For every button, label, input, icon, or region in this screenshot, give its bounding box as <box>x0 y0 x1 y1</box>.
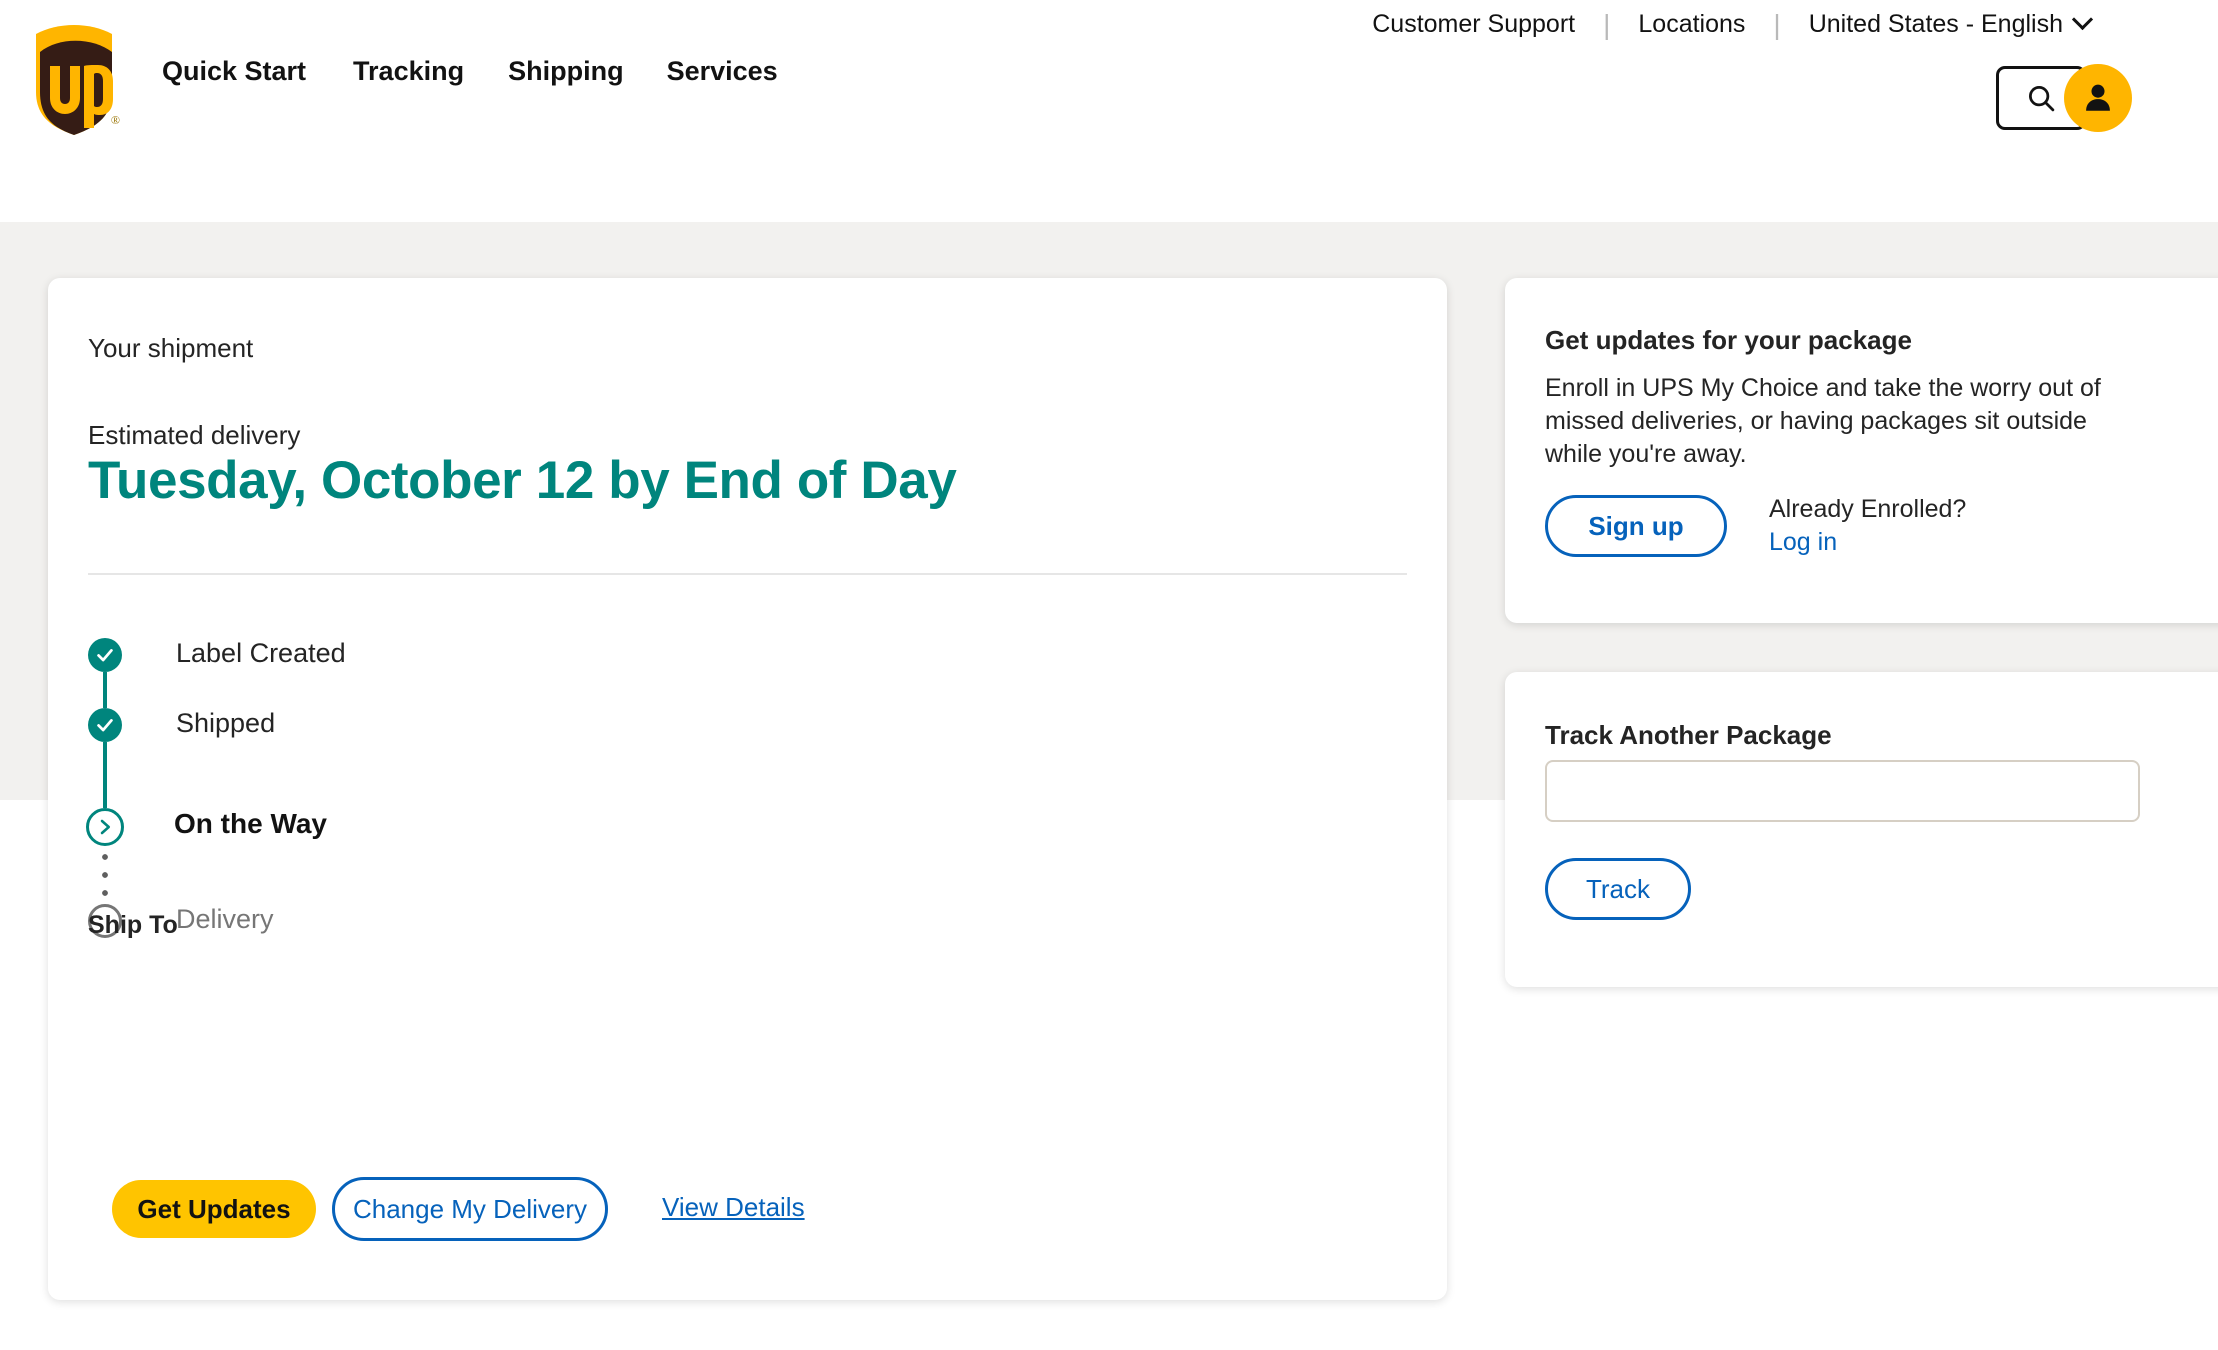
locale-selector-label: United States - English <box>1808 10 2063 38</box>
track-button[interactable]: Track <box>1545 858 1691 920</box>
card-divider <box>88 573 1407 575</box>
main-nav: Quick Start Tracking Shipping Services <box>162 56 778 87</box>
get-updates-card: Get updates for your package Enroll in U… <box>1505 278 2218 623</box>
track-another-package-title: Track Another Package <box>1545 720 1832 750</box>
progress-node-on-the-way <box>86 808 124 846</box>
connector-shipped-to-ontheway <box>103 742 107 808</box>
ups-logo[interactable]: ® <box>32 22 120 136</box>
view-details-link[interactable]: View Details <box>662 1192 805 1223</box>
site-header: ® Customer Support | Locations | United … <box>0 0 2218 222</box>
your-shipment-label: Your shipment <box>88 333 254 363</box>
ups-shield-icon <box>36 25 113 135</box>
get-updates-button[interactable]: Get Updates <box>112 1180 316 1238</box>
utility-separator-2: | <box>1773 8 1781 40</box>
chevron-down-icon <box>2071 8 2094 31</box>
nav-item-quick-start[interactable]: Quick Start <box>162 56 306 87</box>
chevron-right-icon <box>100 819 111 835</box>
progress-node-shipped <box>88 708 122 742</box>
change-my-delivery-button[interactable]: Change My Delivery <box>332 1177 608 1241</box>
account-button[interactable] <box>2064 64 2132 132</box>
connector-ontheway-to-delivery <box>102 848 108 904</box>
ship-to-label: Ship To <box>88 911 178 939</box>
progress-label-shipped: Shipped <box>176 708 276 738</box>
tracking-number-input[interactable] <box>1545 760 2140 822</box>
header-actions <box>1996 64 2156 132</box>
person-icon <box>2086 84 2110 111</box>
get-updates-card-body: Enroll in UPS My Choice and take the wor… <box>1545 374 2101 468</box>
log-in-link[interactable]: Log in <box>1769 526 1966 559</box>
sign-up-button[interactable]: Sign up <box>1545 495 1727 557</box>
nav-item-tracking[interactable]: Tracking <box>353 56 464 87</box>
progress-node-label-created <box>88 638 122 672</box>
nav-item-services[interactable]: Services <box>667 56 778 87</box>
already-enrolled-group: Already Enrolled? Log in <box>1769 493 1966 559</box>
connector-label-to-shipped <box>103 672 107 708</box>
progress-label-on-the-way: On the Way <box>174 808 327 839</box>
utility-separator-1: | <box>1603 8 1611 40</box>
check-icon <box>97 719 113 732</box>
progress-label-delivery: Delivery <box>176 904 274 934</box>
locale-selector[interactable]: United States - English <box>1781 8 2118 39</box>
check-icon <box>97 649 113 662</box>
already-enrolled-label: Already Enrolled? <box>1769 495 1967 523</box>
registered-mark: ® <box>110 113 120 127</box>
estimated-delivery-label: Estimated delivery <box>88 420 301 450</box>
utility-link-locations[interactable]: Locations <box>1610 10 1773 39</box>
utility-nav: Customer Support | Locations | United St… <box>1344 8 2118 40</box>
estimated-delivery-date: Tuesday, October 12 by End of Day <box>88 451 957 510</box>
progress-label-label-created: Label Created <box>176 638 346 668</box>
utility-link-customer-support[interactable]: Customer Support <box>1344 10 1603 39</box>
track-another-package-card: Track Another Package Track <box>1505 672 2218 987</box>
shipment-card: Your shipment Estimated delivery Tuesday… <box>48 278 1447 1300</box>
search-icon <box>2029 86 2055 112</box>
get-updates-card-title: Get updates for your package <box>1545 325 1912 355</box>
nav-item-shipping[interactable]: Shipping <box>508 56 623 87</box>
